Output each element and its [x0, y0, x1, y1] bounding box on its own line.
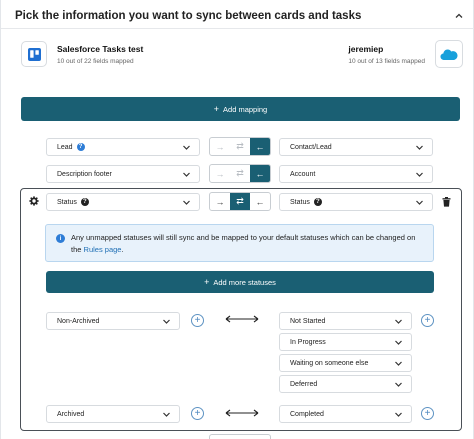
add-mapping-label: Add mapping [223, 104, 268, 114]
chevron-down-icon [394, 317, 403, 326]
right-status-value: In Progress [290, 338, 326, 346]
right-field-select[interactable]: Contact/Lead [279, 138, 433, 156]
chevron-up-icon[interactable] [453, 10, 465, 22]
section-header[interactable]: Pick the information you want to sync be… [15, 8, 465, 24]
two-way-arrow-icon[interactable]: ⇄ [230, 165, 250, 182]
arrow-right-icon[interactable]: → [210, 193, 230, 210]
bidirectional-arrow-icon [225, 409, 259, 417]
status-sync-direction-toggle[interactable]: → ⇄ ← [209, 192, 271, 211]
rules-page-link[interactable]: Rules page [84, 245, 122, 254]
chevron-down-icon [182, 170, 191, 179]
unmapped-status-info-banner: i Any unmapped statuses will still sync … [45, 224, 434, 262]
gear-icon[interactable] [29, 196, 39, 206]
add-left-status-icon[interactable]: + [191, 314, 204, 327]
add-more-statuses-label: Add more statuses [213, 277, 276, 287]
info-circle-icon: i [56, 234, 65, 243]
chevron-down-icon [182, 198, 191, 207]
arrow-left-icon[interactable]: ← [250, 193, 270, 210]
right-status-field-value: Status [290, 198, 310, 206]
left-status-field-select[interactable]: Status ? [46, 193, 200, 211]
left-status-value: Non-Archived [57, 317, 100, 325]
section-title: Pick the information you want to sync be… [15, 10, 362, 22]
chevron-down-icon [394, 338, 403, 347]
help-icon[interactable]: ? [313, 198, 322, 206]
plus-icon: + [213, 104, 220, 114]
left-app: Salesforce Tasks test 10 out of 22 field… [21, 41, 143, 67]
chevron-down-icon [394, 380, 403, 389]
left-field-value: Description footer [57, 170, 112, 178]
right-status-select[interactable]: In Progress [279, 333, 412, 351]
salesforce-cloud-icon [435, 40, 463, 68]
trash-icon[interactable] [442, 197, 451, 207]
sync-direction-toggle[interactable]: → ⇄ ← [209, 137, 271, 156]
right-status-value: Waiting on someone else [290, 359, 369, 367]
add-more-statuses-button[interactable]: + Add more statuses [46, 271, 434, 293]
chevron-down-icon [162, 317, 171, 326]
app-summary-row: Salesforce Tasks test 10 out of 22 field… [21, 34, 463, 74]
add-left-status-icon[interactable]: + [191, 407, 204, 420]
right-status-value: Deferred [290, 380, 318, 388]
help-icon[interactable]: ? [80, 198, 89, 206]
right-app-title: jeremiep [348, 43, 384, 54]
left-status-group-select[interactable]: Non-Archived [46, 312, 180, 330]
left-status-value: Archived [57, 410, 85, 418]
plus-icon: + [204, 277, 210, 287]
two-way-arrow-icon[interactable]: ⇄ [230, 193, 250, 210]
trello-icon [21, 41, 47, 67]
right-app: jeremiep 10 out of 13 fields mapped [348, 40, 463, 68]
chevron-down-icon [415, 170, 424, 179]
arrow-right-icon[interactable]: → [210, 138, 230, 155]
chevron-down-icon [182, 143, 191, 152]
left-status-group-select[interactable]: Archived [46, 405, 180, 423]
info-suffix: . [121, 245, 124, 254]
right-status-select[interactable]: Deferred [279, 375, 412, 393]
add-mapping-button[interactable]: + Add mapping [21, 97, 460, 121]
next-direction-toggle[interactable] [209, 434, 271, 439]
right-field-value: Contact/Lead [290, 143, 332, 151]
two-way-arrow-icon[interactable]: ⇄ [230, 138, 250, 155]
right-status-value: Not Started [290, 317, 326, 325]
right-status-select[interactable]: Completed [279, 405, 412, 423]
left-status-field-value: Status [57, 198, 77, 206]
chevron-down-icon [394, 410, 403, 419]
left-field-select[interactable]: Description footer [46, 165, 200, 183]
sync-panel: Pick the information you want to sync be… [0, 0, 474, 439]
add-right-status-icon[interactable]: + [421, 407, 434, 420]
add-right-status-icon[interactable]: + [421, 314, 434, 327]
left-field-value: Lead [57, 143, 73, 151]
right-status-select[interactable]: Not Started [279, 312, 412, 330]
arrow-right-icon[interactable]: → [210, 165, 230, 182]
bidirectional-arrow-icon [225, 315, 259, 323]
right-field-value: Account [290, 170, 316, 178]
chevron-down-icon [162, 410, 171, 419]
right-status-value: Completed [290, 410, 324, 418]
header-divider [1, 28, 474, 29]
right-app-fields-mapped: 10 out of 13 fields mapped [348, 57, 425, 65]
left-app-title: Salesforce Tasks test [57, 43, 144, 54]
right-status-select[interactable]: Waiting on someone else [279, 354, 412, 372]
right-field-select[interactable]: Account [279, 165, 433, 183]
sync-direction-toggle[interactable]: → ⇄ ← [209, 164, 271, 183]
chevron-down-icon [415, 198, 424, 207]
chevron-down-icon [394, 359, 403, 368]
info-text: Any unmapped statuses will still sync an… [71, 232, 425, 261]
info-icon[interactable]: ? [76, 143, 85, 151]
arrow-left-icon[interactable]: ← [250, 138, 270, 155]
arrow-left-icon[interactable]: ← [250, 165, 270, 182]
left-field-select[interactable]: Lead ? [46, 138, 200, 156]
chevron-down-icon [415, 143, 424, 152]
right-status-field-select[interactable]: Status ? [279, 193, 433, 211]
left-app-fields-mapped: 10 out of 22 fields mapped [57, 57, 134, 65]
